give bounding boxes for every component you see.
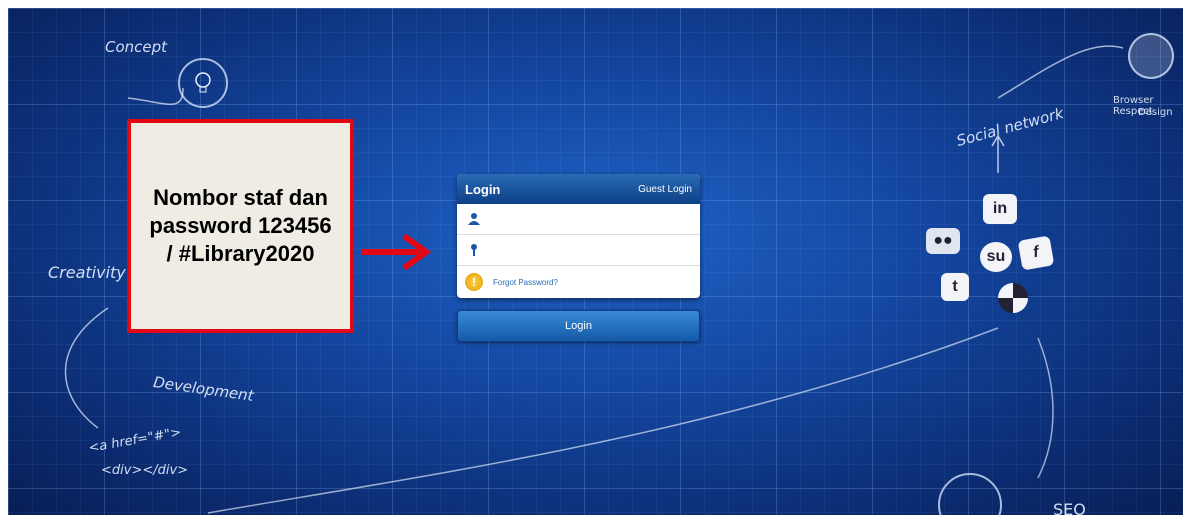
label-seo: SEO bbox=[1053, 500, 1086, 515]
key-icon bbox=[471, 244, 477, 256]
annotation-text: Nombor staf dan password 123456 / #Libra… bbox=[149, 185, 332, 266]
password-input[interactable] bbox=[489, 237, 700, 263]
login-panel: Login Guest Login ! Forgot Password? bbox=[457, 174, 700, 298]
guest-login-link[interactable]: Guest Login bbox=[638, 184, 692, 195]
facebook-label: f bbox=[1031, 243, 1041, 262]
linkedin-icon: in bbox=[983, 194, 1017, 224]
linkedin-label: in bbox=[992, 200, 1008, 217]
login-button[interactable]: Login bbox=[457, 310, 700, 342]
red-arrow-icon bbox=[362, 233, 432, 270]
username-input[interactable] bbox=[489, 206, 700, 232]
login-button-label: Login bbox=[565, 320, 592, 332]
twitter-icon: t bbox=[941, 273, 969, 301]
facebook-icon: f bbox=[1017, 235, 1055, 271]
forgot-password-row: ! Forgot Password? bbox=[457, 266, 700, 298]
delicious-icon bbox=[998, 283, 1028, 313]
label-design: Design bbox=[1138, 107, 1173, 118]
stumbleupon-label: su bbox=[986, 248, 1006, 265]
label-code-line2: <div></div> bbox=[101, 463, 189, 478]
warning-icon: ! bbox=[465, 273, 483, 291]
instruction-annotation-box: Nombor staf dan password 123456 / #Libra… bbox=[127, 119, 354, 333]
forgot-password-link[interactable]: Forgot Password? bbox=[493, 278, 558, 287]
label-creativity: Creativity bbox=[48, 263, 126, 282]
lightbulb-icon bbox=[178, 58, 228, 108]
password-row bbox=[457, 235, 700, 266]
label-concept: Concept bbox=[105, 38, 168, 56]
twitter-label: t bbox=[952, 278, 958, 295]
username-row bbox=[457, 204, 700, 235]
flickr-icon: ●● bbox=[926, 228, 960, 254]
login-title: Login bbox=[465, 181, 501, 197]
browser-icon bbox=[1128, 33, 1174, 79]
stumbleupon-icon: su bbox=[980, 242, 1012, 272]
login-panel-header: Login Guest Login bbox=[457, 174, 700, 204]
user-icon bbox=[468, 213, 480, 225]
